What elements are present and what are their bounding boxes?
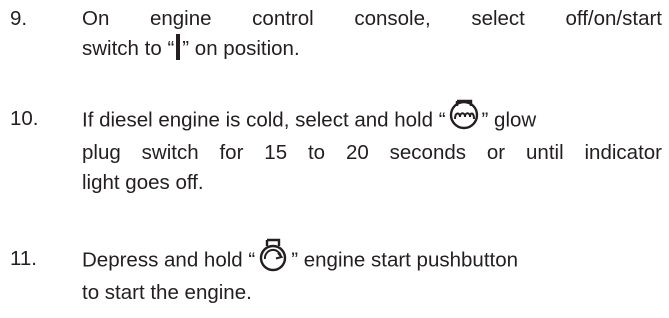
step-number: 11. bbox=[10, 247, 37, 270]
step-line: light goes off. bbox=[82, 171, 204, 194]
step-line: to start the engine. bbox=[82, 281, 252, 304]
step-text: Depress and hold “ ” engine start pushbu… bbox=[82, 238, 662, 308]
step-line-part: Depress and hold “ bbox=[82, 248, 256, 272]
step-number: 10. bbox=[10, 107, 39, 130]
step-line-part: ” engine start pushbutton bbox=[291, 248, 519, 272]
step-line: On engine control console, select off/on… bbox=[82, 7, 662, 30]
step-text: If diesel engine is cold, select and hol… bbox=[82, 99, 662, 198]
step-line-part: ” glow bbox=[481, 108, 537, 132]
on-position-bar-icon bbox=[175, 33, 181, 60]
glow-plug-icon bbox=[447, 98, 481, 132]
engine-start-icon bbox=[256, 238, 290, 272]
step-line-part: ” on position. bbox=[182, 37, 300, 60]
step-line-part: switch to “ bbox=[82, 37, 175, 60]
step-line: switch to “ ” on position. bbox=[82, 33, 662, 64]
step-line: Depress and hold “ ” engine start pushbu… bbox=[82, 238, 662, 278]
step-line: plug switch for 15 to 20 seconds or unti… bbox=[82, 141, 662, 164]
step-number: 9. bbox=[10, 7, 28, 30]
step-line-part: If diesel engine is cold, select and hol… bbox=[82, 108, 446, 132]
step-text: On engine control console, select off/on… bbox=[82, 4, 662, 64]
procedure-page: { "steps": [ { "number": "9.", "line1": … bbox=[0, 0, 669, 318]
step-line: If diesel engine is cold, select and hol… bbox=[82, 99, 662, 138]
